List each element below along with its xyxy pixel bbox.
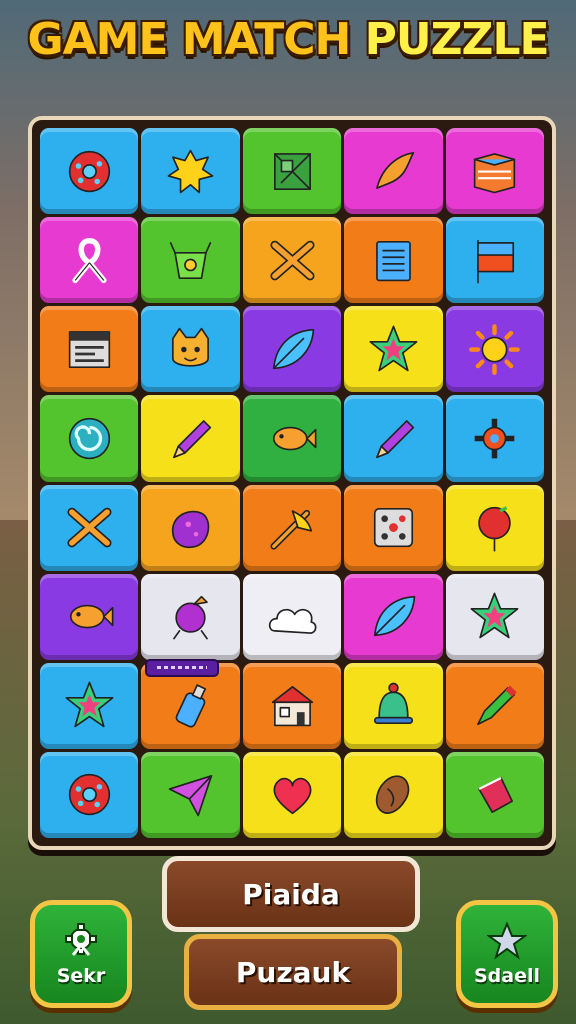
tile-house[interactable] [242,662,342,749]
donut-icon [68,150,110,192]
title-part-2: PUZZLE [364,14,550,65]
splat-icon [167,149,214,193]
tile-berry[interactable] [141,573,240,660]
tile-fish[interactable] [242,395,342,482]
power-bar-dots [157,665,208,669]
tile-ribbon[interactable] [40,217,139,304]
balloon-icon [478,506,512,552]
leaf-icon [272,328,314,369]
tile-box[interactable] [445,128,544,215]
tile-pot[interactable] [141,217,240,304]
tile-heart[interactable] [242,751,342,838]
tile-marker[interactable] [445,662,544,749]
tile-crossbow[interactable] [242,484,342,571]
cloud-icon [268,609,316,635]
cat-face-icon [172,327,210,367]
tile-leaf[interactable] [344,573,443,660]
tile-pencil[interactable] [141,395,240,482]
bottle-icon [175,684,207,728]
gear-icon [65,923,97,956]
right-star-button[interactable]: Sdaell [456,900,558,1008]
primary-button-label: Piaida [242,877,340,911]
rock-icon [172,510,210,548]
game-board [28,116,556,850]
tile-star[interactable] [344,306,443,393]
swirl-icon [68,417,110,460]
tile-bean[interactable] [344,751,443,838]
fish-icon [272,426,316,451]
tile-dice[interactable] [344,484,443,571]
heart-icon [273,778,311,815]
tile-cube[interactable] [242,128,342,215]
tile-feather[interactable] [344,128,443,215]
cross-tools-icon [67,507,112,548]
tile-window[interactable] [40,306,139,393]
tile-rock[interactable] [141,484,240,571]
tile-bell[interactable] [344,662,443,749]
window-icon [68,330,110,368]
leaf-icon [373,596,416,637]
crossbow-icon [269,509,312,550]
secondary-button[interactable]: Puzauk [184,934,402,1010]
notepad-icon [376,240,411,281]
tile-swirl[interactable] [40,395,139,482]
star-icon [65,681,114,728]
pencil-icon [173,419,212,458]
tile-leaf[interactable] [242,306,342,393]
tile-cat-face[interactable] [141,306,240,393]
tile-cloud[interactable] [242,573,342,660]
tile-plane[interactable] [141,751,240,838]
right-button-label: Sdaell [473,965,541,987]
star-icon [369,325,418,372]
gear-icon [474,418,515,459]
bell-icon [373,682,413,725]
left-button-label: Sekr [56,965,106,987]
tile-donut[interactable] [40,751,139,838]
star-icon [487,921,527,960]
tile-fish[interactable] [40,573,139,660]
title-part-1: GAME MATCH [27,14,365,65]
tile-donut[interactable] [40,128,139,215]
flag-icon [477,239,515,284]
pencil-icon [376,419,415,458]
game-title: GAME MATCH PUZZLE [0,14,576,65]
pot-icon [169,241,212,279]
tile-cross-tools[interactable] [242,217,342,304]
marker-icon [477,685,517,726]
tile-cross-tools[interactable] [40,484,139,571]
fish-icon [69,604,114,629]
tile-notepad[interactable] [344,217,443,304]
tile-balloon[interactable] [445,484,544,571]
dice-icon [373,507,413,548]
ribbon-icon [72,237,107,283]
tile-flag[interactable] [445,217,544,304]
secondary-button-label: Puzauk [235,955,351,989]
bean-icon [375,775,410,815]
cross-tools-icon [269,240,315,281]
power-bar [145,658,220,677]
tile-star[interactable] [40,662,139,749]
cube-icon [273,152,311,190]
tile-sun[interactable] [445,306,544,393]
tile-gear[interactable] [445,395,544,482]
tile-splat[interactable] [141,128,240,215]
donut-icon [68,774,110,816]
tile-star[interactable] [445,573,544,660]
box-icon [474,152,516,193]
left-gear-button[interactable]: Sekr [30,900,132,1008]
house-icon [271,686,313,727]
tile-cup[interactable] [445,751,544,838]
tile-pencil[interactable] [344,395,443,482]
cup-icon [478,777,514,814]
star-icon [470,592,519,639]
primary-button[interactable]: Piaida [162,856,420,932]
sun-icon [469,323,521,375]
plane-icon [168,775,213,817]
berry-icon [173,596,208,640]
feather-icon [376,151,415,189]
